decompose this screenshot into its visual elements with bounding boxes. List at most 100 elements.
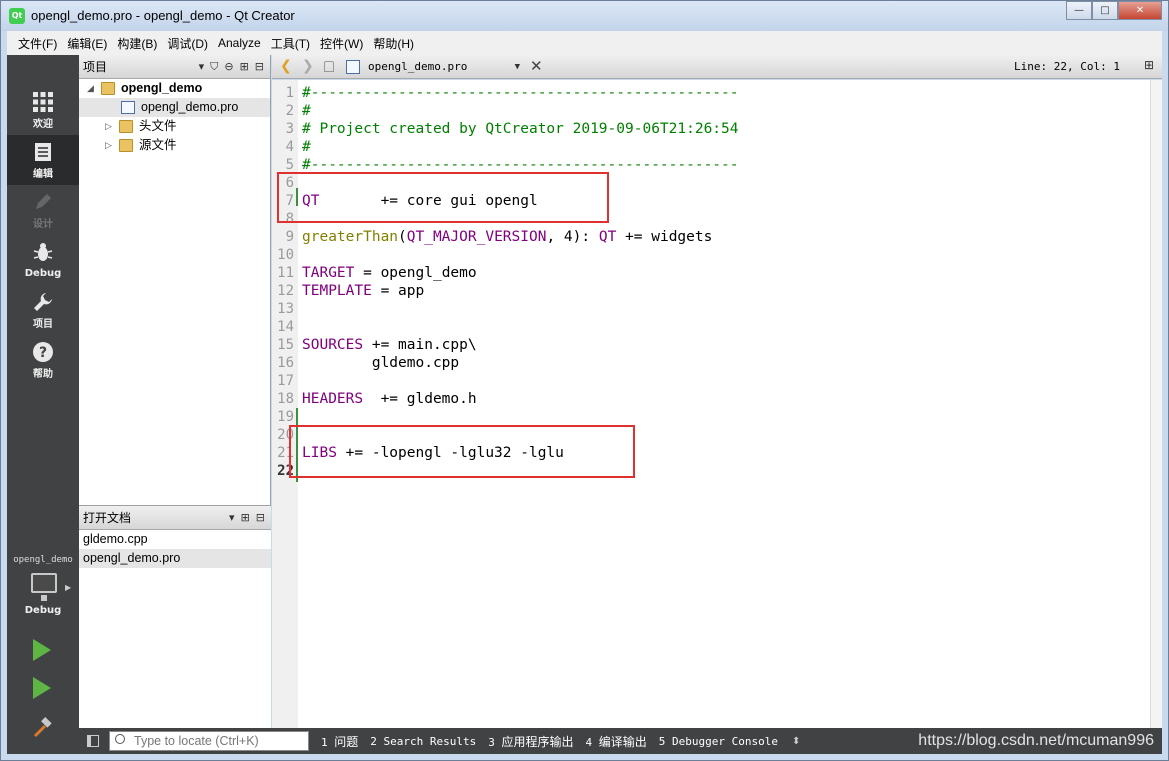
- project-pane-title[interactable]: 项目: [83, 58, 199, 75]
- dropdown-arrow-icon[interactable]: ▾: [199, 60, 205, 74]
- minimize-button[interactable]: —: [1066, 1, 1092, 20]
- mode-welcome[interactable]: 欢迎: [7, 85, 79, 135]
- output-tab-debugger-console[interactable]: 5 Debugger Console: [659, 735, 778, 748]
- line-code: #---------------------------------------…: [302, 84, 739, 102]
- menu-build[interactable]: 构建(B): [112, 35, 162, 52]
- monitor-icon[interactable]: [31, 573, 57, 593]
- tree-item-headers[interactable]: ▷ 头文件: [79, 117, 270, 136]
- close-document-icon[interactable]: ✕: [530, 57, 543, 75]
- output-tab-search-results[interactable]: 2 Search Results: [370, 735, 476, 748]
- split-editor-icon[interactable]: ⊞: [1144, 58, 1154, 72]
- menu-window[interactable]: 控件(W): [315, 35, 368, 52]
- code-token: HEADERS: [302, 391, 364, 407]
- line-code: # Project created by QtCreator 2019-09-0…: [302, 120, 739, 138]
- build-hammer-icon[interactable]: [31, 717, 53, 739]
- close-pane-icon[interactable]: ⊟: [255, 60, 264, 74]
- code-token: gldemo.cpp: [302, 355, 460, 371]
- qt-creator-icon: Qt: [9, 8, 25, 24]
- pro-file-icon: [121, 101, 135, 114]
- code-token: TARGET: [302, 265, 355, 281]
- editor-toolbar: ❮ ❯ opengl_demo.pro ▼ ✕ Line: 22, Col: 1…: [272, 55, 1162, 79]
- output-tab-compile-output[interactable]: 4 编译输出: [586, 733, 647, 750]
- cursor-position[interactable]: Line: 22, Col: 1: [1014, 60, 1120, 73]
- tree-item-pro-file[interactable]: opengl_demo.pro: [79, 98, 270, 117]
- toggle-sidebar-button[interactable]: [79, 728, 105, 754]
- line-code: #: [302, 138, 311, 156]
- back-arrow-icon[interactable]: ❮: [280, 58, 292, 74]
- expand-arrow-icon[interactable]: ▷: [105, 136, 112, 155]
- open-documents-title[interactable]: 打开文档: [83, 509, 229, 526]
- project-name: opengl_demo: [121, 81, 203, 95]
- close-button[interactable]: ✕: [1118, 1, 1162, 20]
- filter-icon[interactable]: ⛉: [210, 60, 218, 74]
- document-selector[interactable]: opengl_demo.pro ▼: [344, 58, 524, 76]
- menu-file[interactable]: 文件(F): [13, 35, 62, 52]
- document-icon: [35, 143, 51, 161]
- mode-selector: 欢迎 编辑 设计 Debug 项目 ? 帮助 opengl_demo ▶ Deb…: [7, 55, 79, 754]
- pro-file-name: opengl_demo.pro: [141, 100, 239, 114]
- tree-root-project[interactable]: ◢ opengl_demo: [79, 79, 270, 98]
- tab-label: 应用程序输出: [501, 734, 574, 749]
- line-number: 4: [285, 139, 294, 155]
- annotation-box-libs: [289, 425, 635, 478]
- help-icon: ?: [33, 342, 53, 362]
- menu-edit[interactable]: 编辑(E): [62, 35, 112, 52]
- line-number: 12: [277, 283, 294, 299]
- line-code: TARGET = opengl_demo: [302, 264, 477, 282]
- tree-item-sources[interactable]: ▷ 源文件: [79, 136, 270, 155]
- mode-debug[interactable]: Debug: [7, 235, 79, 285]
- code-token: # Project created by QtCreator 2019-09-0…: [302, 121, 739, 137]
- menu-bar: 文件(F) 编辑(E) 构建(B) 调试(D) Analyze 工具(T) 控件…: [7, 31, 1162, 55]
- mode-label: 帮助: [33, 369, 53, 380]
- bug-icon: [33, 243, 53, 261]
- output-tab-application-output[interactable]: 3 应用程序输出: [488, 733, 573, 750]
- line-number: 3: [285, 121, 294, 137]
- close-pane-icon[interactable]: ⊟: [256, 511, 265, 524]
- maximize-button[interactable]: □: [1092, 1, 1118, 20]
- open-document-item[interactable]: opengl_demo.pro: [79, 549, 271, 568]
- mode-design[interactable]: 设计: [7, 185, 79, 235]
- mode-edit[interactable]: 编辑: [7, 135, 79, 185]
- headers-folder-icon: [119, 120, 133, 133]
- menu-debug[interactable]: 调试(D): [162, 35, 213, 52]
- output-tab-issues[interactable]: 1 问题: [321, 733, 358, 750]
- pencil-icon: [36, 194, 51, 209]
- code-token: SOURCES: [302, 337, 364, 353]
- expand-arrow-icon[interactable]: ▷: [105, 117, 112, 136]
- mode-projects[interactable]: 项目: [7, 285, 79, 335]
- up-down-arrows-icon[interactable]: ⬍: [792, 736, 800, 747]
- line-code: SOURCES += main.cpp\: [302, 336, 477, 354]
- mode-help[interactable]: ? 帮助: [7, 335, 79, 385]
- menu-analyze[interactable]: Analyze: [213, 36, 266, 50]
- debug-run-button[interactable]: [33, 677, 51, 699]
- code-editor[interactable]: 1 #--------------------------------------…: [272, 80, 1162, 728]
- tab-number: 5: [658, 734, 666, 748]
- locator-input[interactable]: Type to locate (Ctrl+K): [109, 731, 309, 751]
- mode-label: 欢迎: [33, 119, 53, 130]
- line-number: 15: [277, 337, 294, 353]
- line-number: 1: [285, 85, 294, 101]
- open-document-item[interactable]: gldemo.cpp: [79, 530, 271, 549]
- qt-creator-window: Qt opengl_demo.pro - opengl_demo - Qt Cr…: [0, 0, 1169, 761]
- run-button[interactable]: [33, 639, 51, 661]
- code-token: #: [302, 103, 311, 119]
- title-bar[interactable]: Qt opengl_demo.pro - opengl_demo - Qt Cr…: [1, 1, 1168, 31]
- forward-arrow-icon[interactable]: ❯: [302, 58, 314, 74]
- tab-label: Search Results: [383, 734, 477, 748]
- kit-build-config[interactable]: Debug: [7, 605, 79, 616]
- monitor-stand: [41, 595, 47, 601]
- split-icon[interactable]: ⊞: [241, 511, 250, 524]
- project-pane: 项目 ▾ ⛉ ⊖ ⊞ ⊟ ◢ opengl_demo opengl_demo.p…: [79, 55, 271, 728]
- current-file-name: opengl_demo.pro: [368, 60, 468, 73]
- split-icon[interactable]: ⊞: [240, 60, 249, 74]
- vertical-scrollbar[interactable]: [1150, 80, 1162, 728]
- menu-tools[interactable]: 工具(T): [266, 35, 315, 52]
- collapse-arrow-icon[interactable]: ◢: [87, 79, 94, 98]
- open-documents-header: 打开文档 ▾ ⊞ ⊟: [79, 506, 271, 530]
- dropdown-arrow-icon[interactable]: ▾: [229, 511, 235, 524]
- line-code: #: [302, 102, 311, 120]
- line-code: TEMPLATE = app: [302, 282, 424, 300]
- project-folder-icon: [101, 82, 115, 95]
- link-icon[interactable]: ⊖: [224, 60, 233, 74]
- menu-help[interactable]: 帮助(H): [368, 35, 419, 52]
